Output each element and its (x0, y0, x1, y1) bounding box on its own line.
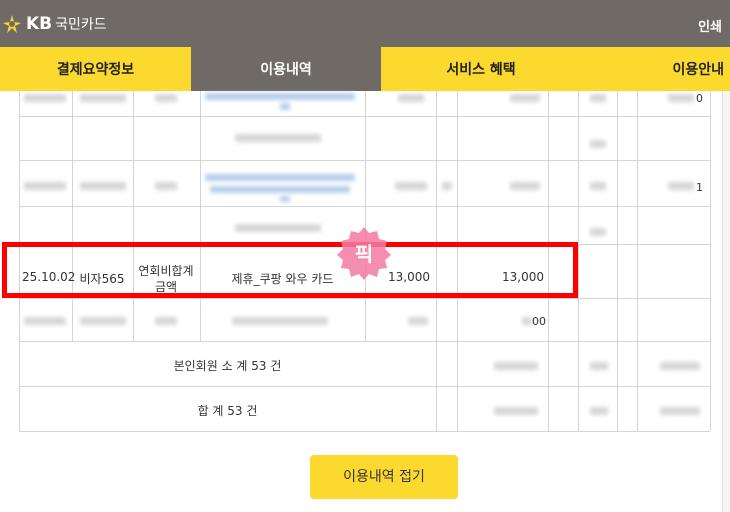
redacted-cell (24, 317, 66, 325)
redacted-cell (510, 94, 540, 102)
row-divider (19, 298, 710, 299)
table-divider (578, 91, 579, 431)
redacted-cell (398, 94, 424, 102)
redacted-cell (155, 317, 177, 325)
collapse-history-button[interactable]: 이용내역 접기 (310, 455, 458, 499)
table-divider (365, 91, 366, 341)
subtotal-label: 본인회원 소 계 53 건 (173, 359, 282, 373)
table-divider (200, 91, 201, 341)
table-divider (617, 91, 618, 431)
partial-value: 1 (696, 181, 703, 194)
redacted-cell (668, 94, 694, 102)
tab-service-benefits[interactable]: 서비스 혜택 (381, 47, 581, 91)
redacted-cell (590, 94, 606, 102)
redacted-cell (232, 317, 328, 325)
kb-logo: KB 국민카드 (0, 12, 107, 36)
pick-stamp-icon: 픽 (337, 227, 391, 280)
redacted-cell (210, 186, 350, 193)
redacted-cell (660, 362, 700, 370)
logo-brand-name: 국민카드 (55, 17, 107, 33)
redacted-cell (235, 134, 321, 142)
redacted-cell (660, 407, 700, 415)
row-divider (19, 206, 710, 207)
stamp-text: 픽 (355, 242, 373, 266)
redacted-cell (510, 182, 540, 190)
tab-usage-history[interactable]: 이용내역 (191, 47, 381, 91)
row-divider (19, 116, 710, 117)
tab-payment-summary[interactable]: 결제요약정보 (0, 47, 191, 91)
redacted-cell (80, 317, 126, 325)
redacted-cell (668, 182, 694, 190)
tab-bar: 결제요약정보 이용내역 서비스 혜택 이용안내 (0, 47, 730, 91)
partial-value: 00 (532, 315, 546, 328)
total-label: 합 계 53 건 (197, 404, 258, 418)
highlight-box (2, 242, 578, 298)
redacted-cell (155, 94, 177, 102)
table-divider (133, 91, 134, 341)
redacted-cell (408, 317, 428, 325)
redacted-cell (280, 103, 290, 110)
row-divider (19, 341, 710, 342)
redacted-cell (590, 228, 606, 236)
row-divider (19, 386, 710, 387)
redacted-cell (280, 196, 290, 202)
redacted-cell (442, 182, 452, 190)
redacted-cell (522, 317, 532, 325)
row-divider (19, 431, 710, 432)
table-border (710, 91, 711, 431)
row-divider (19, 160, 710, 161)
redacted-cell (235, 224, 321, 232)
redacted-cell (590, 182, 606, 190)
print-button[interactable]: 인쇄 (698, 16, 722, 35)
tab-usage-guide[interactable]: 이용안내 (581, 47, 730, 91)
redacted-cell (80, 94, 126, 102)
redacted-cell (590, 362, 608, 370)
redacted-cell (590, 407, 608, 415)
redacted-cell (24, 94, 66, 102)
redacted-cell (494, 407, 538, 415)
redacted-cell (205, 93, 355, 100)
logo-kb-text: KB (26, 14, 53, 34)
redacted-cell (395, 182, 427, 190)
redacted-cell (80, 182, 126, 190)
redacted-cell (155, 182, 177, 190)
redacted-cell (24, 182, 66, 190)
redacted-cell (590, 140, 606, 148)
table-divider (72, 91, 73, 341)
kb-star-icon (3, 15, 21, 33)
table-divider (637, 91, 638, 431)
redacted-cell (205, 174, 355, 181)
redacted-cell (494, 362, 538, 370)
partial-value: 0 (696, 92, 703, 105)
app-header: KB 국민카드 인쇄 (0, 0, 730, 47)
scrollbar[interactable] (722, 91, 730, 512)
